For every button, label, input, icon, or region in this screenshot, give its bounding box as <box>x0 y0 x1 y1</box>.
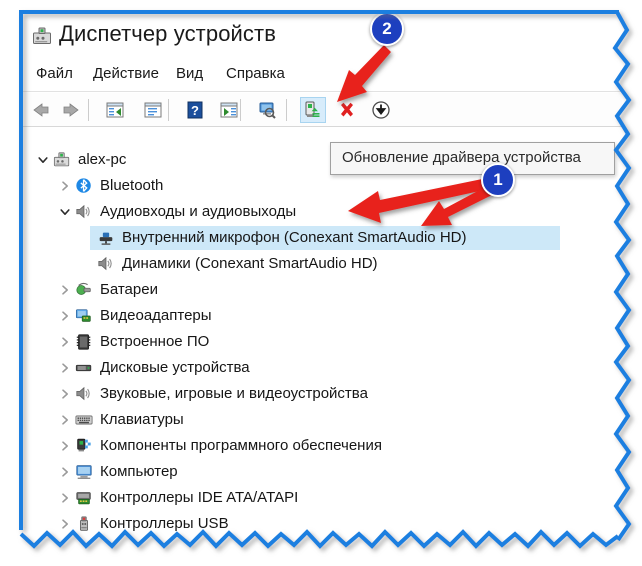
properties-icon <box>144 102 162 118</box>
chevron-right-icon[interactable] <box>57 490 73 506</box>
red-x-icon <box>341 102 353 117</box>
tree-item-label: Динамики (Conexant SmartAudio HD) <box>122 255 378 272</box>
screenshot-root: Диспетчер устройств Файл Действие Вид Справ… <box>0 0 642 566</box>
tree-item-label: alex-pc <box>78 151 127 168</box>
tree-item-label: Компоненты программного обеспечения <box>100 437 382 454</box>
tree-item[interactable]: Клавиатуры <box>22 407 622 433</box>
battery-icon <box>75 281 93 299</box>
tree-item[interactable]: Компьютер <box>22 459 622 485</box>
tree-item-label: Батареи <box>100 281 158 298</box>
disable-device-button[interactable] <box>368 97 394 123</box>
device-manager-window: Диспетчер устройств Файл Действие Вид Справ… <box>22 12 622 540</box>
tree-item-label: Видеоадаптеры <box>100 307 212 324</box>
tree-item[interactable]: Внутренний микрофон (Conexant SmartAudio… <box>22 225 622 251</box>
menu-item-4[interactable]: Справка <box>226 65 285 82</box>
callout-badge-1: 1 <box>481 163 515 197</box>
speaker-icon <box>75 385 93 403</box>
chevron-right-icon[interactable] <box>57 438 73 454</box>
console-play-icon <box>220 102 238 118</box>
window-titlebar: Диспетчер устройств <box>22 12 622 60</box>
back-arrow-icon <box>33 103 49 117</box>
keyboard-icon <box>75 411 93 429</box>
forward-arrow-icon <box>63 103 79 117</box>
tree-item[interactable]: Bluetooth <box>22 173 622 199</box>
chevron-right-icon[interactable] <box>57 282 73 298</box>
svg-text:?: ? <box>191 103 199 118</box>
uninstall-device-button[interactable] <box>334 97 360 123</box>
computer-usb-icon <box>53 151 71 169</box>
scan-monitor-icon <box>259 102 276 119</box>
callout-badge-2-label: 2 <box>382 19 392 38</box>
tree-item-label: Клавиатуры <box>100 411 184 428</box>
bluetooth-icon <box>75 177 93 195</box>
tree-item-label: Контроллеры IDE ATA/ATAPI <box>100 489 299 506</box>
help-button[interactable]: ? <box>182 97 208 123</box>
software-component-icon <box>75 437 93 455</box>
tree-item-label: Аудиовходы и аудиовыходы <box>100 203 297 220</box>
monitor-icon <box>75 463 93 481</box>
toolbar-separator <box>168 99 169 121</box>
tree-item-label: Контроллеры USB <box>100 515 229 532</box>
console-tree-button[interactable] <box>216 97 242 123</box>
tree-item-label: Звуковые, игровые и видеоустройства <box>100 385 368 402</box>
chevron-right-icon[interactable] <box>57 360 73 376</box>
tree-item[interactable]: Контроллеры IDE ATA/ATAPI <box>22 485 622 511</box>
microphone-icon <box>97 229 115 247</box>
chevron-right-icon[interactable] <box>57 386 73 402</box>
speaker-icon <box>75 203 93 221</box>
tree-item-label: Дисковые устройства <box>100 359 250 376</box>
update-driver-icon <box>305 101 320 117</box>
update-driver-button[interactable] <box>300 97 326 123</box>
toolbar-separator <box>88 99 89 121</box>
page-title: Диспетчер устройств <box>59 21 276 46</box>
update-driver-tooltip: Обновление драйвера устройства <box>330 142 615 175</box>
tree-item[interactable]: Дисковые устройства <box>22 355 622 381</box>
tree-item-label: Внутренний микрофон (Conexant SmartAudio… <box>122 229 467 246</box>
chevron-right-icon[interactable] <box>57 308 73 324</box>
tree-item[interactable]: Видеоадаптеры <box>22 303 622 329</box>
usb-icon <box>75 515 93 533</box>
chevron-down-icon[interactable] <box>57 204 73 220</box>
down-arrow-circle-icon <box>372 101 390 119</box>
disk-drive-icon <box>75 359 93 377</box>
tree-item-label: Компьютер <box>100 463 178 480</box>
tree-item[interactable]: Батареи <box>22 277 622 303</box>
chevron-down-icon[interactable] <box>35 152 51 168</box>
back-button[interactable] <box>28 97 54 123</box>
chevron-right-icon[interactable] <box>57 464 73 480</box>
menu-bar: Файл Действие Вид Справка <box>22 60 622 92</box>
tree-item-label: Bluetooth <box>100 177 164 194</box>
forward-button[interactable] <box>58 97 84 123</box>
callout-badge-1-label: 1 <box>493 170 503 189</box>
display-adapter-icon <box>75 307 93 325</box>
tree-item[interactable]: Компоненты программного обеспечения <box>22 433 622 459</box>
chevron-right-icon[interactable] <box>57 334 73 350</box>
scan-hardware-button[interactable] <box>254 97 280 123</box>
tooltip-text: Обновление драйвера устройства <box>342 149 581 166</box>
show-hide-tree-button[interactable] <box>102 97 128 123</box>
menu-item-3[interactable]: Вид <box>176 65 203 82</box>
speaker-icon <box>97 255 115 273</box>
callout-badge-2: 2 <box>370 12 404 46</box>
tree-item[interactable]: Встроенное ПО <box>22 329 622 355</box>
chevron-right-icon[interactable] <box>57 516 73 532</box>
tree-item[interactable]: Динамики (Conexant SmartAudio HD) <box>22 251 622 277</box>
device-manager-icon <box>33 27 51 44</box>
menu-item-2[interactable]: Действие <box>93 65 159 82</box>
help-question-icon: ? <box>187 101 203 119</box>
device-tree[interactable]: alex-pc Bluetooth Аудиовходы и аудиовыходы… <box>22 128 622 540</box>
tree-panel-icon <box>106 102 124 118</box>
tree-item[interactable]: Звуковые, игровые и видеоустройства <box>22 381 622 407</box>
tree-item-label: Встроенное ПО <box>100 333 210 350</box>
firmware-chip-icon <box>75 333 93 351</box>
ide-controller-icon <box>75 489 93 507</box>
chevron-right-icon[interactable] <box>57 412 73 428</box>
menu-item-1[interactable]: Файл <box>36 65 73 82</box>
tree-item[interactable]: Аудиовходы и аудиовыходы <box>22 199 622 225</box>
properties-button[interactable] <box>140 97 166 123</box>
tree-item[interactable]: Контроллеры USB <box>22 511 622 537</box>
toolbar-separator <box>286 99 287 121</box>
chevron-right-icon[interactable] <box>57 178 73 194</box>
toolbar: ? <box>22 93 622 127</box>
